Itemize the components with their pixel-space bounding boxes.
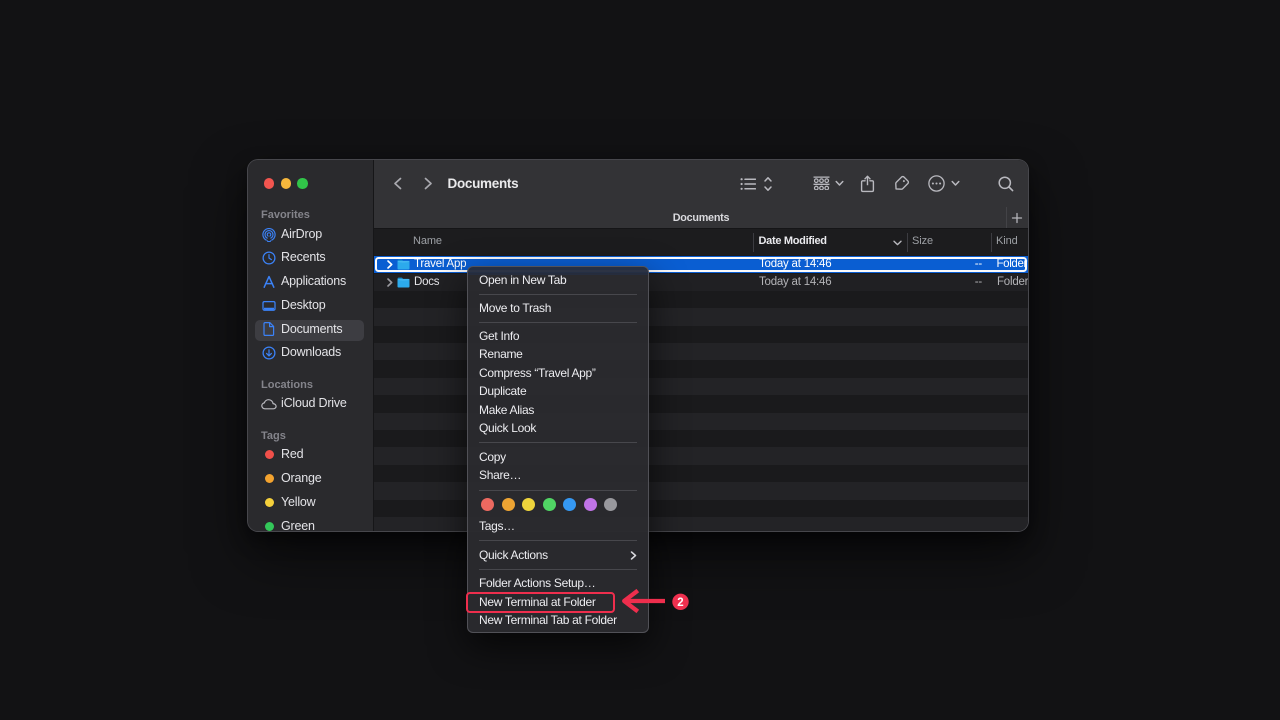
svg-text:2: 2 bbox=[677, 597, 683, 609]
